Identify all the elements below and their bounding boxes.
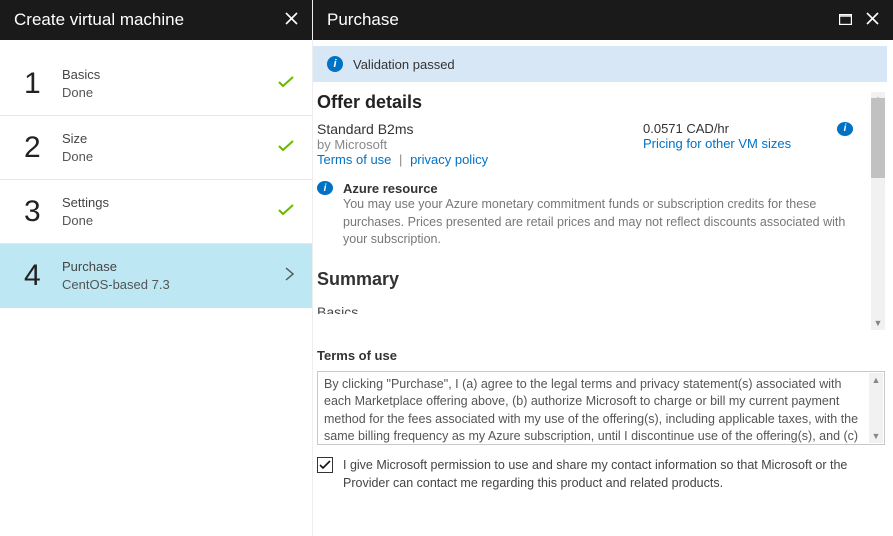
- offer-sku: Standard B2ms: [317, 121, 603, 137]
- azure-note-title: Azure resource: [343, 181, 853, 196]
- step-title: Purchase: [62, 258, 285, 276]
- step-title: Basics: [62, 66, 278, 84]
- check-icon: [278, 139, 294, 157]
- scrollbar[interactable]: ▲ ▼: [869, 373, 883, 443]
- consent-row: I give Microsoft permission to use and s…: [317, 457, 885, 492]
- summary-cut-label: Basics: [317, 304, 853, 314]
- check-icon: [278, 203, 294, 221]
- scrollbar[interactable]: ▲ ▼: [871, 92, 885, 330]
- step-title: Settings: [62, 194, 278, 212]
- scroll-down-icon[interactable]: ▼: [871, 316, 885, 330]
- check-icon: [278, 75, 294, 93]
- chevron-right-icon: [285, 265, 294, 286]
- offer-publisher: by Microsoft: [317, 137, 603, 152]
- wizard-step-basics[interactable]: 1 Basics Done: [0, 52, 312, 116]
- wizard-steps: 1 Basics Done 2 Size Done 3 Settings Do: [0, 52, 312, 308]
- step-title: Size: [62, 130, 278, 148]
- close-icon[interactable]: [866, 12, 879, 28]
- pricing-link[interactable]: Pricing for other VM sizes: [643, 136, 853, 151]
- offer-price: 0.0571 CAD/hr: [643, 121, 829, 136]
- wizard-header: Create virtual machine: [0, 0, 312, 40]
- close-icon[interactable]: [285, 12, 298, 28]
- purchase-panel: Purchase i Validation passed Offer detai…: [313, 0, 893, 536]
- privacy-policy-link[interactable]: privacy policy: [410, 152, 488, 167]
- step-number: 4: [24, 259, 62, 293]
- wizard-step-settings[interactable]: 3 Settings Done: [0, 180, 312, 244]
- wizard-title: Create virtual machine: [14, 10, 184, 30]
- step-number: 2: [24, 131, 62, 165]
- validation-banner: i Validation passed: [313, 46, 887, 82]
- step-number: 3: [24, 195, 62, 229]
- scroll-down-icon[interactable]: ▼: [869, 429, 883, 443]
- azure-note-body: You may use your Azure monetary commitme…: [343, 196, 853, 249]
- step-subtitle: Done: [62, 212, 278, 230]
- validation-text: Validation passed: [353, 57, 455, 72]
- azure-resource-note: i Azure resource You may use your Azure …: [317, 181, 853, 249]
- summary-heading: Summary: [317, 269, 853, 290]
- terms-body: By clicking "Purchase", I (a) agree to t…: [324, 377, 858, 443]
- offer-heading: Offer details: [317, 92, 853, 113]
- consent-text: I give Microsoft permission to use and s…: [343, 457, 885, 492]
- step-number: 1: [24, 67, 62, 101]
- wizard-panel: Create virtual machine 1 Basics Done 2 S…: [0, 0, 313, 536]
- info-icon[interactable]: i: [837, 122, 853, 136]
- wizard-step-purchase[interactable]: 4 Purchase CentOS-based 7.3: [0, 244, 312, 308]
- offer-scroll-region: Offer details Standard B2ms by Microsoft…: [313, 92, 887, 330]
- separator: |: [399, 152, 402, 167]
- purchase-title: Purchase: [327, 10, 399, 30]
- maximize-icon[interactable]: [839, 12, 852, 28]
- purchase-header: Purchase: [313, 0, 893, 40]
- terms-of-use-link[interactable]: Terms of use: [317, 152, 391, 167]
- step-subtitle: Done: [62, 84, 278, 102]
- step-subtitle: Done: [62, 148, 278, 166]
- consent-checkbox[interactable]: [317, 457, 333, 473]
- wizard-step-size[interactable]: 2 Size Done: [0, 116, 312, 180]
- terms-heading: Terms of use: [317, 348, 885, 363]
- scroll-up-icon[interactable]: ▲: [869, 373, 883, 387]
- step-subtitle: CentOS-based 7.3: [62, 276, 285, 294]
- terms-textbox[interactable]: By clicking "Purchase", I (a) agree to t…: [317, 371, 885, 445]
- info-icon: i: [317, 181, 333, 195]
- info-icon: i: [327, 56, 343, 72]
- scrollbar-thumb[interactable]: [871, 98, 885, 178]
